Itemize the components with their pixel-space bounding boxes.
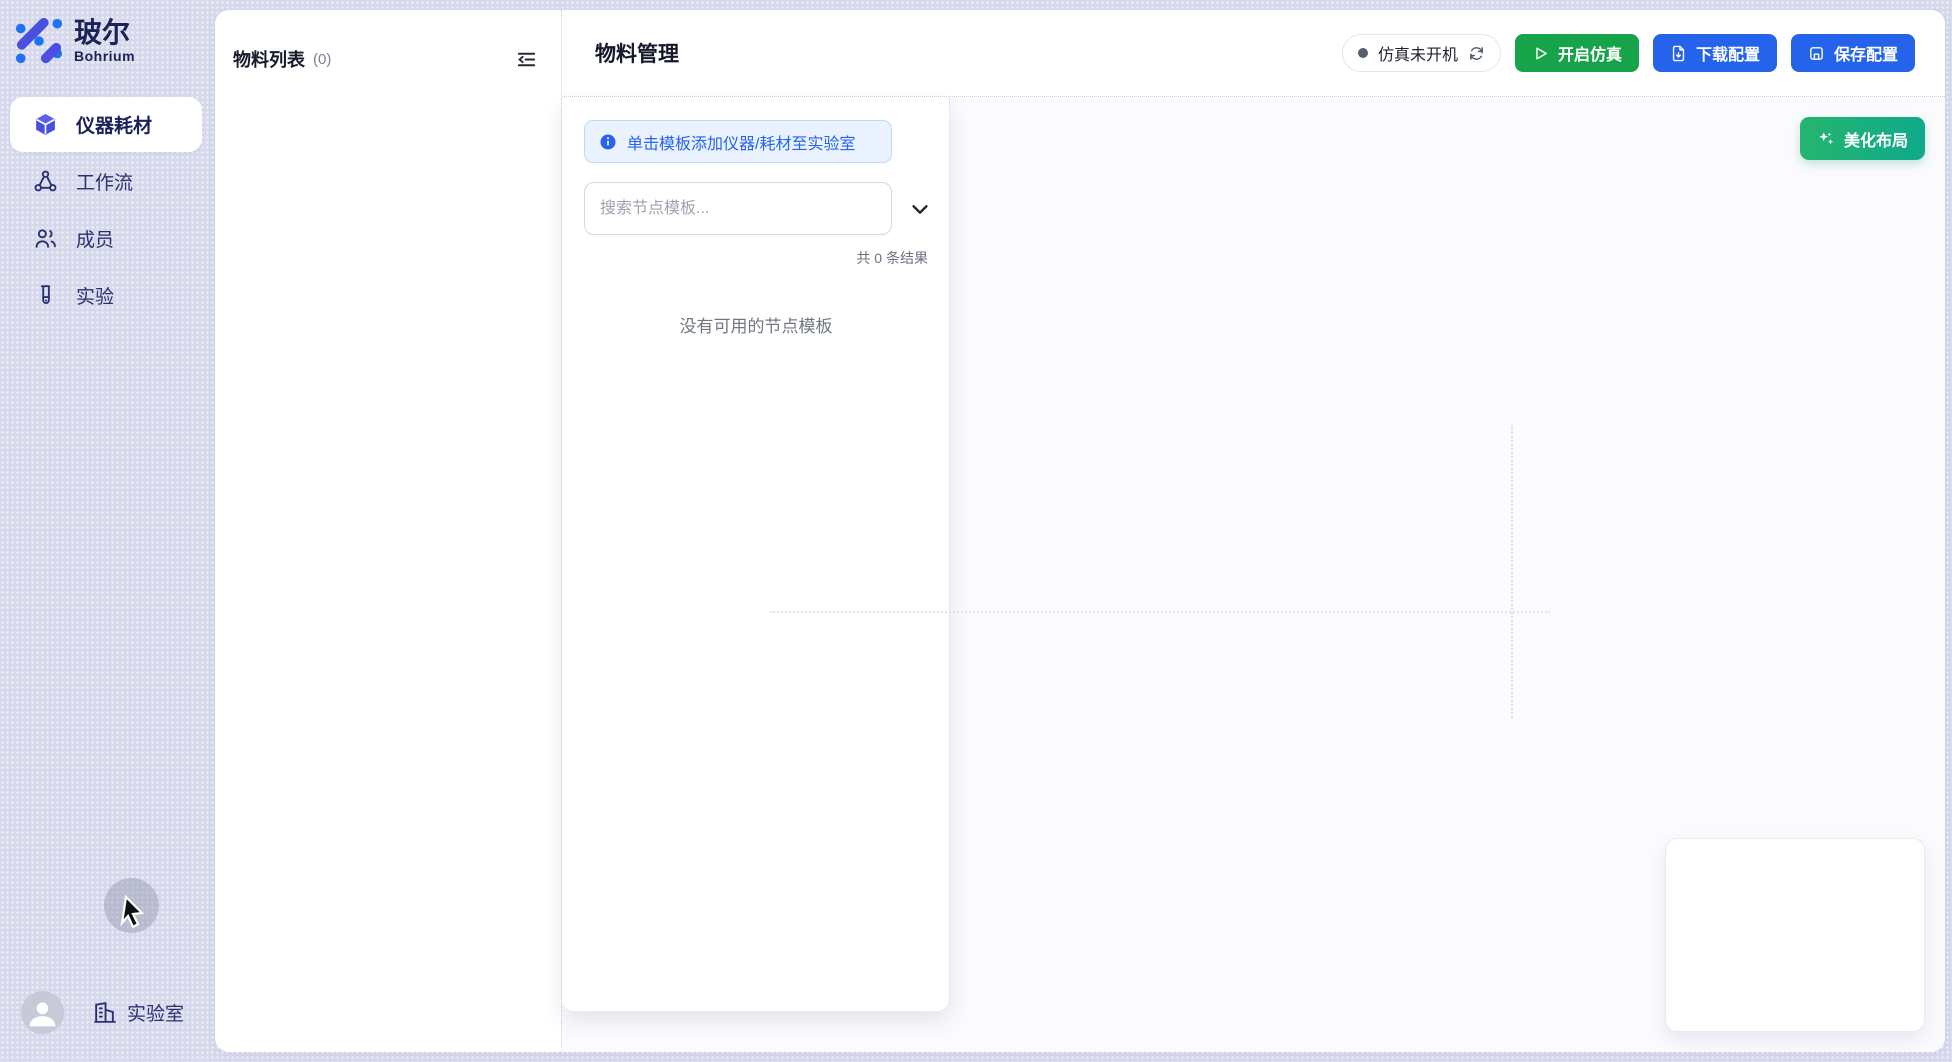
building-icon [92, 1000, 117, 1025]
header-actions: 仿真未开机 开启仿真 下载 [1342, 34, 1915, 72]
work-area: 物料管理 仿真未开机 开启仿真 [562, 10, 1945, 1052]
start-simulation-label: 开启仿真 [1558, 41, 1622, 65]
flow-canvas[interactable]: 单击模板添加仪器/耗材至实验室 共 0 条结果 没有可用的节点模板 [562, 97, 1945, 1052]
page-header: 物料管理 仿真未开机 开启仿真 [562, 10, 1945, 97]
sidebar-item-experiment[interactable]: 实验 [0, 267, 215, 324]
sidebar-item-workflow[interactable]: 工作流 [0, 153, 215, 210]
sidebar: 玻尔 Bohrium 仪器耗材 [0, 0, 215, 1062]
workflow-icon [33, 169, 58, 194]
sidebar-item-label: 实验 [76, 282, 114, 309]
search-input[interactable] [584, 182, 892, 235]
empty-templates-text: 没有可用的节点模板 [584, 312, 928, 337]
save-config-label: 保存配置 [1834, 41, 1898, 65]
canvas-minimap[interactable] [1665, 838, 1925, 1032]
bohrium-logo-icon [14, 16, 64, 66]
brand-name-en: Bohrium [74, 48, 135, 64]
sidebar-footer: 实验室 [0, 991, 215, 1034]
sidebar-item-members[interactable]: 成员 [0, 210, 215, 267]
materials-list-title: 物料列表 [233, 46, 305, 72]
download-config-label: 下载配置 [1696, 41, 1760, 65]
beautify-layout-label: 美化布局 [1844, 127, 1908, 151]
collapse-panel-button[interactable] [513, 46, 539, 72]
hint-text: 单击模板添加仪器/耗材至实验室 [627, 130, 855, 154]
sidebar-item-label: 成员 [76, 225, 114, 252]
materials-list-count: (0) [313, 51, 331, 68]
brand-logo: 玻尔 Bohrium [0, 0, 215, 66]
file-download-icon [1670, 45, 1687, 62]
save-icon [1808, 45, 1825, 62]
experiment-icon [33, 283, 58, 308]
sparkles-icon [1817, 130, 1835, 148]
sidebar-item-label: 仪器耗材 [76, 111, 152, 138]
members-icon [33, 226, 58, 251]
refresh-icon[interactable] [1468, 45, 1485, 62]
play-icon [1532, 45, 1549, 62]
save-config-button[interactable]: 保存配置 [1791, 34, 1915, 72]
sidebar-nav: 仪器耗材 工作流 成员 [0, 96, 215, 324]
materials-list-panel: 物料列表 (0) [215, 10, 562, 1052]
beautify-layout-button[interactable]: 美化布局 [1800, 117, 1925, 160]
simulation-status-label: 仿真未开机 [1378, 41, 1458, 65]
collapse-panel-icon [515, 48, 538, 71]
download-config-button[interactable]: 下载配置 [1653, 34, 1777, 72]
hint-banner: 单击模板添加仪器/耗材至实验室 [584, 120, 892, 163]
sidebar-item-instruments[interactable]: 仪器耗材 [0, 96, 215, 153]
chevron-down-icon [909, 198, 931, 220]
canvas-guide-vertical [1511, 425, 1513, 718]
expand-templates-button[interactable] [906, 195, 934, 223]
result-count: 共 0 条结果 [584, 248, 928, 268]
mouse-cursor [118, 893, 152, 933]
node-templates-panel: 单击模板添加仪器/耗材至实验室 共 0 条结果 没有可用的节点模板 [562, 97, 950, 1011]
info-icon [599, 133, 617, 151]
cube-icon [33, 112, 58, 137]
brand-name-zh: 玻尔 [74, 18, 135, 48]
start-simulation-button[interactable]: 开启仿真 [1515, 34, 1639, 72]
status-dot-icon [1358, 48, 1368, 58]
sidebar-item-label: 工作流 [76, 168, 133, 195]
main-card: 物料列表 (0) 物料管理 仿真未开机 [215, 10, 1945, 1052]
lab-label: 实验室 [127, 999, 184, 1026]
simulation-status-pill[interactable]: 仿真未开机 [1342, 34, 1501, 72]
page-title: 物料管理 [595, 38, 679, 68]
avatar[interactable] [21, 991, 64, 1034]
canvas-guide-horizontal [770, 611, 1550, 613]
lab-switcher[interactable]: 实验室 [92, 999, 184, 1026]
